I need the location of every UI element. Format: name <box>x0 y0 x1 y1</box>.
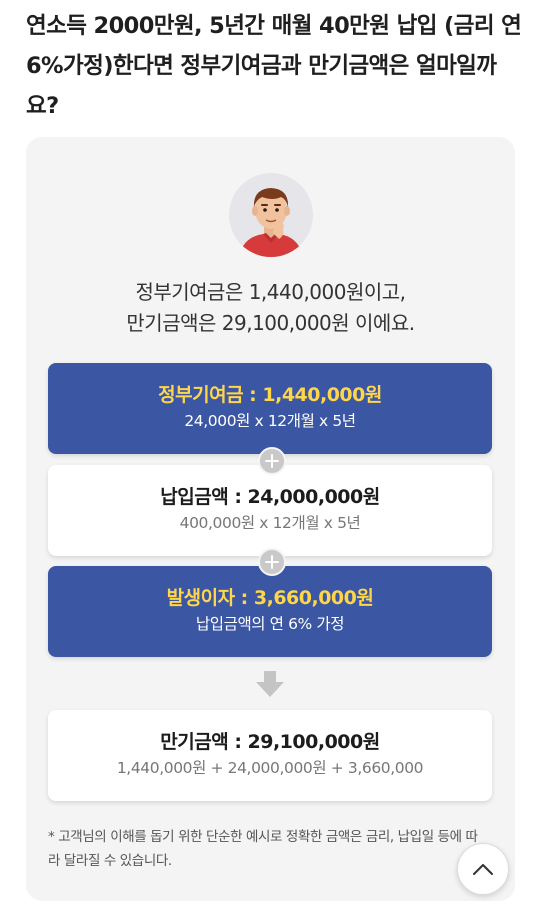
answer-card: 정부기여금은 1,440,000원이고, 만기금액은 29,100,000원 이… <box>26 137 515 901</box>
box-title: 발생이자 : 3,660,000원 <box>166 587 374 609</box>
intro-line-2: 만기금액은 29,100,000원 이에요. <box>126 311 415 335</box>
payment-amount-box: 납입금액 : 24,000,000원 400,000원 x 12개월 x 5년 <box>48 465 492 556</box>
disclaimer-note: * 고객님의 이해를 돕기 위한 단순한 예시로 정확한 금액은 금리, 납입일… <box>48 829 478 869</box>
interest-box: 발생이자 : 3,660,000원 납입금액의 연 6% 가정 <box>48 566 492 657</box>
box-subtitle: 24,000원 x 12개월 x 5년 <box>184 412 356 430</box>
box-subtitle: 1,440,000원 + 24,000,000원 + 3,660,000 <box>116 759 424 777</box>
intro-text: 정부기여금은 1,440,000원이고, 만기금액은 29,100,000원 이… <box>26 277 515 339</box>
maturity-amount-box: 만기금액 : 29,100,000원 1,440,000원 + 24,000,0… <box>48 710 492 801</box>
box-title: 정부기여금 : 1,440,000원 <box>158 384 382 406</box>
scroll-to-top-button[interactable] <box>457 843 509 895</box>
box-title: 납입금액 : 24,000,000원 <box>160 486 380 508</box>
intro-line-1: 정부기여금은 1,440,000원이고, <box>135 280 406 304</box>
government-contribution-box: 정부기여금 : 1,440,000원 24,000원 x 12개월 x 5년 <box>48 363 492 454</box>
box-title: 만기금액 : 29,100,000원 <box>160 731 380 753</box>
arrow-down-icon <box>256 671 284 697</box>
box-subtitle: 400,000원 x 12개월 x 5년 <box>179 514 361 532</box>
plus-circle-icon <box>258 548 286 576</box>
box-subtitle: 납입금액의 연 6% 가정 <box>195 615 345 633</box>
plus-circle-icon <box>258 447 286 475</box>
question-heading: 연소득 2000만원, 5년간 매월 40만원 납입 (금리 연 6%가정)한다… <box>26 13 522 119</box>
person-thinking-avatar <box>229 173 313 257</box>
chevron-up-icon <box>473 864 493 875</box>
